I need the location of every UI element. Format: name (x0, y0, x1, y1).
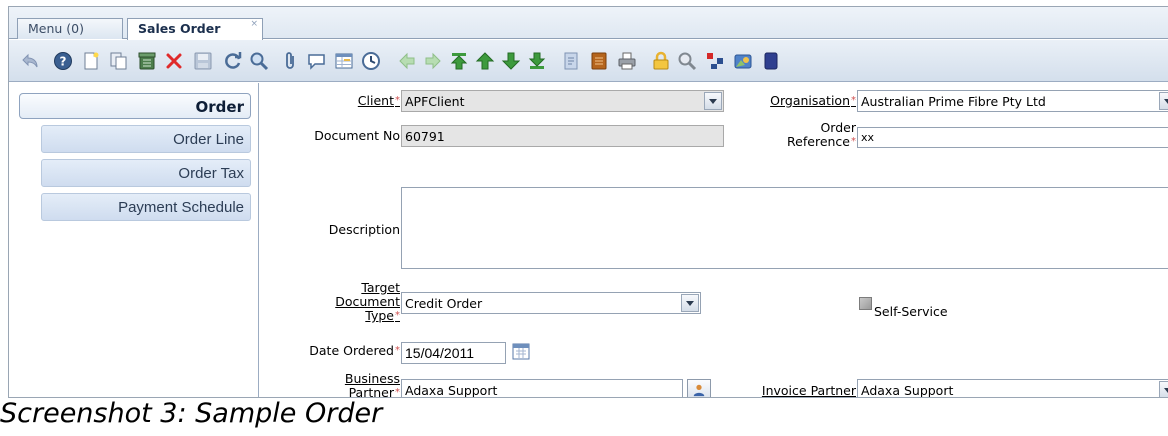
order-reference-label: Order Reference* (787, 120, 856, 149)
target-document-type-label: Target Document Type* (335, 280, 400, 323)
print-icon[interactable] (617, 51, 637, 71)
new-record-icon[interactable] (81, 51, 101, 71)
history-icon[interactable] (361, 51, 381, 71)
order-form: Client* APFClient Organisation* Australi… (260, 83, 1168, 398)
figure-caption: Screenshot 3: Sample Order (0, 398, 383, 429)
last-record-icon[interactable] (527, 51, 547, 71)
delete-selection-icon[interactable] (137, 51, 157, 71)
window-tab-bar: Menu (0) Sales Order × (9, 7, 1168, 40)
person-icon (693, 384, 705, 397)
svg-text:?: ? (60, 55, 67, 69)
document-no-field[interactable]: 60791 (401, 125, 724, 147)
lock-icon[interactable] (651, 51, 671, 71)
close-tab-icon[interactable]: × (250, 19, 258, 29)
tab-sales-order-label: Sales Order (138, 21, 221, 36)
refresh-icon[interactable] (223, 51, 243, 71)
date-ordered-field[interactable]: 15/04/2011 (401, 342, 506, 364)
date-ordered-label: Date Ordered* (309, 343, 400, 358)
tab-sales-order[interactable]: Sales Order × (127, 18, 263, 40)
detail-record-icon[interactable] (423, 51, 443, 71)
attachment-icon[interactable] (281, 51, 301, 71)
order-reference-field[interactable]: xx (857, 127, 1168, 148)
help-icon[interactable]: ? (53, 51, 73, 71)
save-icon[interactable] (193, 51, 213, 71)
workflow-icon[interactable] (705, 51, 725, 71)
business-partner-field[interactable]: Adaxa Support (401, 379, 683, 397)
nav-tab-payment-schedule[interactable]: Payment Schedule (41, 193, 251, 221)
invoice-partner-dropdown-icon[interactable] (1159, 381, 1168, 397)
end-icon[interactable] (761, 51, 781, 71)
organisation-field[interactable]: Australian Prime Fibre Pty Ltd (857, 90, 1168, 112)
organisation-dropdown-icon[interactable] (1159, 92, 1168, 110)
chat-icon[interactable] (307, 51, 327, 71)
app-window: Menu (0) Sales Order × ? Order Order Lin… (8, 6, 1168, 398)
delete-icon[interactable] (164, 51, 184, 71)
undo-icon[interactable] (21, 51, 41, 71)
toolbar: ? (9, 40, 1168, 82)
product-info-icon[interactable] (733, 51, 753, 71)
self-service-label: Self-Service (874, 304, 948, 319)
find-icon[interactable] (249, 51, 269, 71)
zoom-across-icon[interactable] (677, 51, 697, 71)
description-label: Description (328, 222, 400, 237)
description-textarea[interactable]: .: (401, 187, 1168, 269)
target-document-type-field[interactable]: Credit Order (401, 292, 701, 314)
calendar-icon[interactable] (511, 341, 531, 361)
first-record-icon[interactable] (449, 51, 469, 71)
tab-menu[interactable]: Menu (0) (17, 18, 123, 39)
parent-record-icon[interactable] (397, 51, 417, 71)
business-partner-label: Business Partner* (344, 371, 400, 398)
next-record-icon[interactable] (501, 51, 521, 71)
invoice-partner-label: Invoice Partner (761, 383, 856, 398)
previous-record-icon[interactable] (475, 51, 495, 71)
nav-tab-order-line[interactable]: Order Line (41, 125, 251, 153)
self-service-checkbox[interactable] (859, 297, 872, 310)
client-field[interactable]: APFClient (401, 90, 724, 112)
organisation-label: Organisation* (770, 93, 856, 108)
client-dropdown-icon[interactable] (704, 92, 722, 110)
archive-icon[interactable] (589, 51, 609, 71)
business-partner-lookup-button[interactable] (687, 379, 711, 397)
detail-tab-navigation: Order Order Line Order Tax Payment Sched… (9, 83, 259, 397)
document-no-label: Document No (314, 128, 400, 143)
nav-tab-order-tax[interactable]: Order Tax (41, 159, 251, 187)
target-document-type-dropdown-icon[interactable] (681, 294, 699, 312)
invoice-partner-field[interactable]: Adaxa Support (857, 379, 1168, 397)
client-label: Client* (357, 93, 400, 108)
copy-record-icon[interactable] (109, 51, 129, 71)
nav-tab-order[interactable]: Order (19, 93, 251, 119)
grid-toggle-icon[interactable] (334, 51, 354, 71)
report-icon[interactable] (561, 51, 581, 71)
